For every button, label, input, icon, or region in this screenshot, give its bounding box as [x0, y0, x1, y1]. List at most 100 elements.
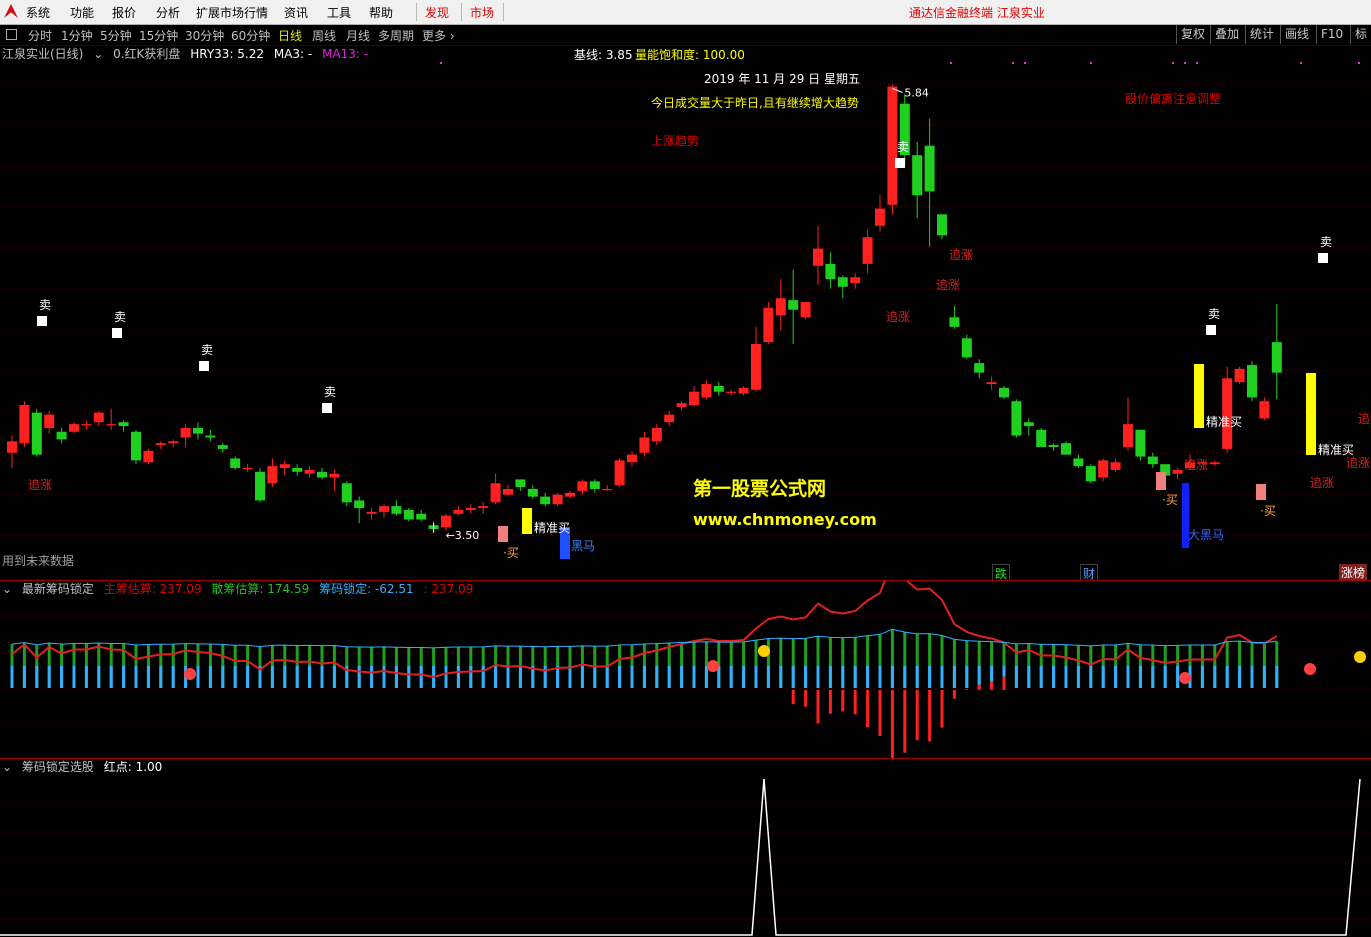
period-weekly[interactable]: 周线 — [312, 27, 336, 44]
period-5min[interactable]: 5分钟 — [100, 27, 132, 44]
candle-body — [1023, 422, 1034, 427]
buy-label: ·买 — [1162, 493, 1178, 507]
candle-body — [341, 483, 352, 503]
menu-quote[interactable]: 报价 — [112, 4, 136, 21]
watermark-title: 第一股票公式网 — [693, 478, 827, 500]
candle-body — [31, 412, 42, 455]
candle-body — [1123, 424, 1133, 448]
f10-button[interactable]: F10 — [1316, 25, 1347, 44]
period-15min[interactable]: 15分钟 — [139, 27, 178, 44]
candle-body — [7, 441, 17, 453]
candle-body — [131, 431, 141, 461]
menu-news[interactable]: 资讯 — [284, 4, 308, 21]
marker-dot — [1196, 62, 1198, 64]
buy-label: ·买 — [503, 546, 519, 560]
candle-body — [999, 387, 1009, 398]
statistics-button[interactable]: 统计 — [1245, 25, 1278, 44]
candle-body — [81, 424, 92, 426]
collapse-icon[interactable]: ⌄ — [2, 582, 12, 596]
red-ball-icon — [184, 668, 196, 680]
candle-body — [478, 506, 489, 509]
period-multi[interactable]: 多周期 — [378, 27, 414, 44]
panel-toggle-icon[interactable] — [6, 29, 17, 40]
precise-buy-bar — [1306, 373, 1316, 455]
sell-label: 卖 — [39, 298, 52, 312]
candle-body — [217, 445, 228, 449]
high-price-label: 5.84 — [904, 87, 929, 100]
candle-body — [69, 424, 79, 432]
candle-body — [1209, 462, 1220, 465]
marker-dot — [440, 62, 442, 64]
candle-body — [763, 307, 774, 343]
period-daily[interactable]: 日线 — [278, 27, 302, 44]
overlay-button[interactable]: 叠加 — [1210, 25, 1243, 44]
marker-dot — [1024, 62, 1026, 64]
precise-buy-label: 精准买 — [1318, 443, 1355, 457]
collapse-icon[interactable]: ⌄ — [2, 760, 12, 774]
candle-body — [800, 302, 811, 318]
chip-lock-panel[interactable]: ⌄ 最新筹码锁定 主筹估算: 237.09 散筹估算: 174.59 筹码锁定:… — [0, 580, 1371, 759]
volume-note: 今日成交量大于昨日,且有继续增大趋势 — [651, 96, 859, 110]
menu-tools[interactable]: 工具 — [327, 4, 351, 21]
candle-body — [775, 298, 786, 316]
candle-body — [788, 300, 799, 310]
candle-body — [825, 263, 836, 280]
period-60min[interactable]: 60分钟 — [231, 27, 270, 44]
chip-line-value: : 237.09 — [423, 582, 474, 596]
candle-body — [416, 513, 427, 520]
candle-body — [155, 443, 166, 446]
menu-discover[interactable]: 发现 — [425, 4, 449, 21]
chip-lock-chart[interactable] — [0, 581, 1371, 759]
red-point-chart[interactable] — [0, 759, 1371, 937]
ma3-value: MA3: - — [273, 47, 313, 61]
candle-body — [230, 458, 241, 468]
menu-extended-market[interactable]: 扩展市场行情 — [196, 4, 268, 21]
draw-line-button[interactable]: 画线 — [1280, 25, 1313, 44]
collapse-icon[interactable]: ⌄ — [93, 47, 103, 61]
menu-function[interactable]: 功能 — [70, 4, 94, 21]
candle-body — [627, 454, 637, 463]
candle-body — [565, 492, 575, 497]
indicator-name: 0.红K获利盘 — [113, 47, 181, 61]
sell-label: 卖 — [897, 140, 910, 154]
candle-body — [961, 338, 972, 358]
limit-up-list-badge[interactable]: 涨榜 — [1339, 564, 1368, 581]
candle-body — [1271, 342, 1282, 373]
candle-body — [490, 483, 501, 503]
precise-buy-label: 精准买 — [534, 521, 571, 535]
date-label: 2019 年 11 月 29 日 星期五 — [704, 72, 860, 86]
chip-lock-value: 筹码锁定: -62.51 — [319, 582, 414, 596]
period-monthly[interactable]: 月线 — [346, 27, 370, 44]
period-more-label: 更多 — [422, 29, 447, 43]
candle-body — [552, 494, 563, 505]
candle-body — [255, 471, 265, 501]
sell-label: 卖 — [1320, 235, 1333, 249]
kline-panel[interactable]: 5.84 ←3.50 江泉实业(日线) ⌄ 0.红K获利盘 HRY33: 5.22… — [0, 46, 1371, 583]
sell-label: 卖 — [114, 310, 127, 324]
candle-body — [738, 387, 749, 394]
restore-rights-button[interactable]: 复权 — [1176, 25, 1209, 44]
sell-marker — [1206, 325, 1216, 335]
candle-body — [503, 488, 513, 495]
period-more[interactable]: 更多 › — [422, 27, 455, 44]
sell-marker — [895, 158, 905, 168]
marker-dot — [1358, 62, 1360, 64]
candle-body — [93, 412, 104, 423]
menu-system[interactable]: 系统 — [26, 4, 50, 21]
period-1min[interactable]: 1分钟 — [61, 27, 93, 44]
menu-help[interactable]: 帮助 — [369, 4, 393, 21]
candle-body — [118, 422, 129, 427]
app-logo-icon — [4, 4, 18, 18]
candle-body — [937, 214, 947, 236]
period-30min[interactable]: 30分钟 — [185, 27, 224, 44]
candle-body — [1098, 460, 1109, 478]
menu-analysis[interactable]: 分析 — [156, 4, 180, 21]
candle-body — [912, 155, 923, 196]
red-point-value: 红点: 1.00 — [103, 760, 163, 774]
mark-button[interactable]: 标记 — [1350, 25, 1371, 60]
menu-market[interactable]: 市场 — [470, 4, 494, 21]
red-point-panel[interactable]: ⌄ 筹码锁定选股 红点: 1.00 — [0, 758, 1371, 937]
candle-body — [1247, 365, 1257, 398]
candle-body — [1048, 445, 1059, 448]
period-intraday[interactable]: 分时 — [28, 27, 52, 44]
